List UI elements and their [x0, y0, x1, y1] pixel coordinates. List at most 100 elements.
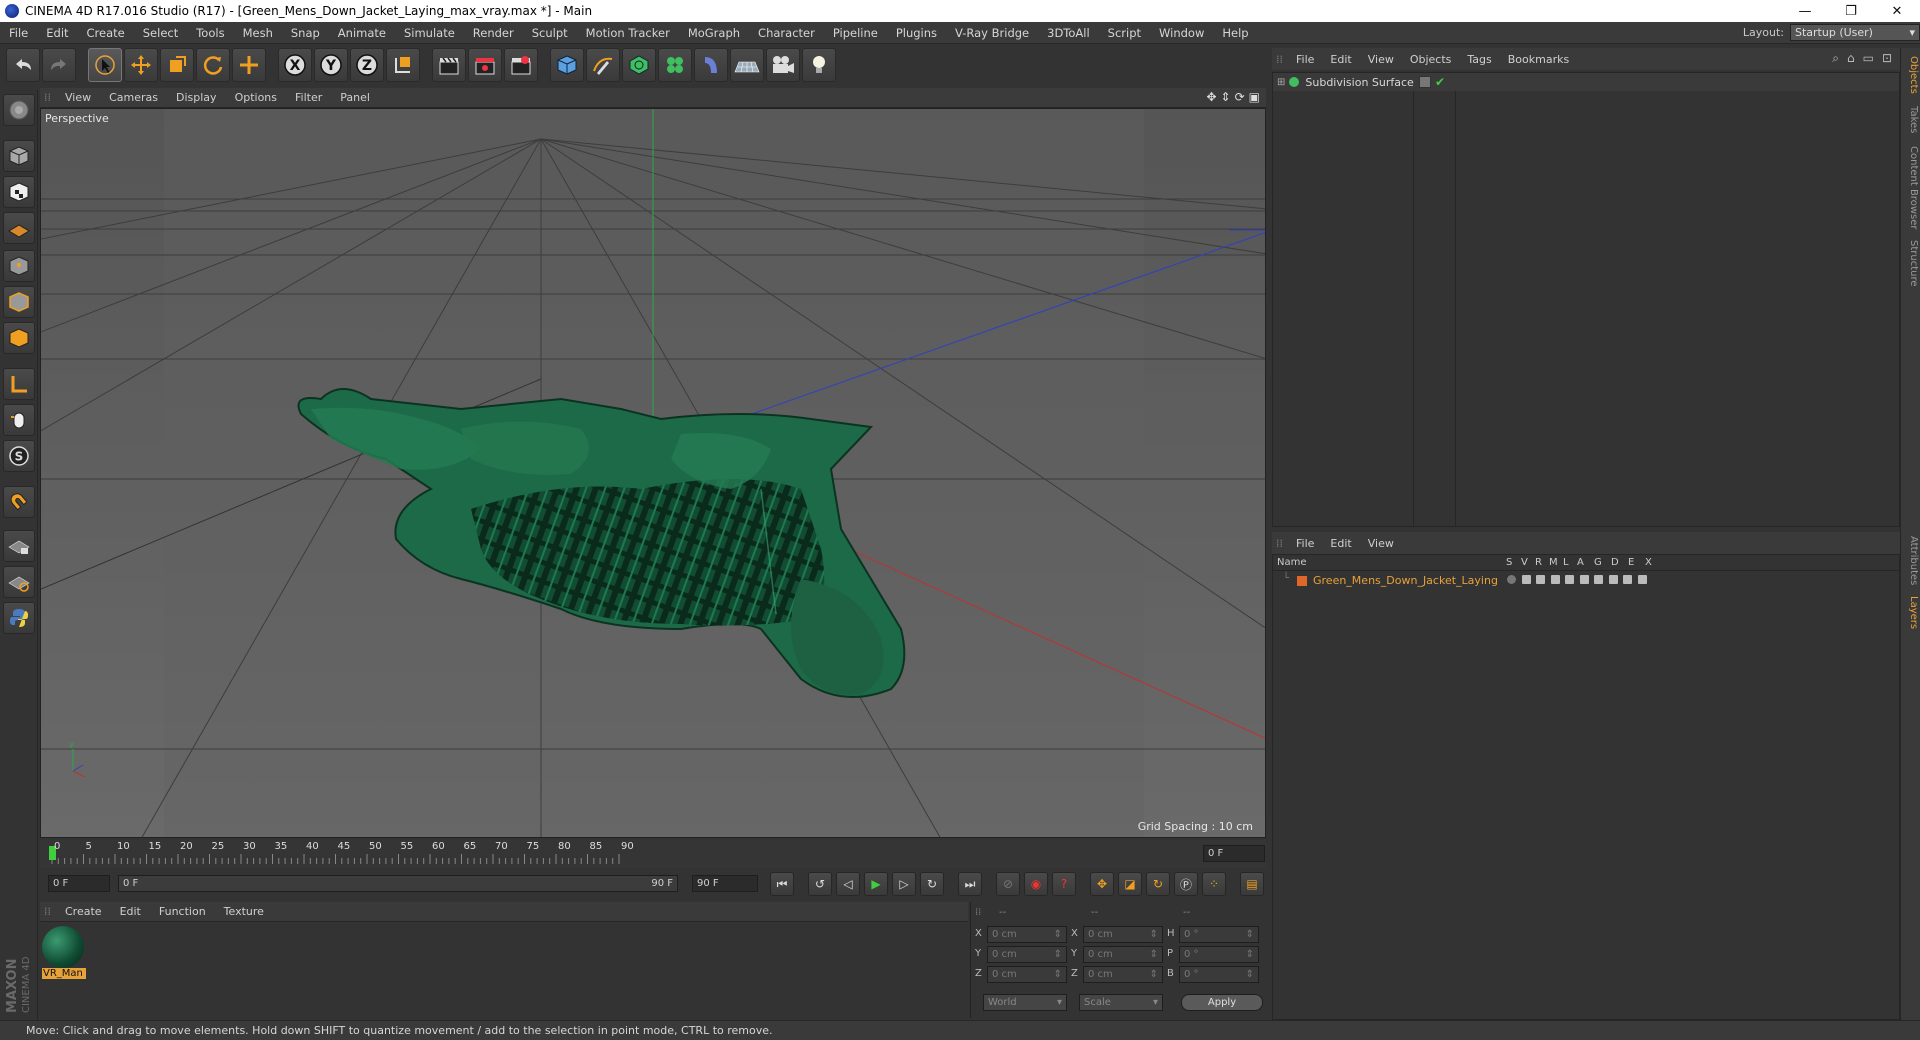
preview-range-slider[interactable]: 0 F 90 F: [118, 875, 678, 892]
menu-simulate[interactable]: Simulate: [395, 26, 464, 40]
coord-size-field[interactable]: 0 cm ⇕: [1083, 926, 1163, 943]
coord-rotation-field[interactable]: 0 ° ⇕: [1179, 946, 1259, 963]
animation-icon[interactable]: [1579, 575, 1589, 584]
workplane-mode-button[interactable]: [3, 212, 35, 244]
y-axis-lock-button[interactable]: Y: [314, 48, 348, 82]
autokeying-button[interactable]: ◉: [1024, 872, 1048, 896]
tab-takes[interactable]: Takes: [1903, 106, 1919, 133]
layer-column-r[interactable]: R: [1535, 557, 1542, 568]
add-deformer-button[interactable]: [694, 48, 728, 82]
coordinate-system-button[interactable]: [386, 48, 420, 82]
current-frame-field[interactable]: 0 F: [1203, 845, 1265, 862]
layer-color-swatch[interactable]: [1297, 576, 1307, 586]
go-to-start-button[interactable]: ⏮: [770, 872, 794, 896]
deformer-icon[interactable]: [1608, 575, 1618, 584]
add-camera-button[interactable]: [766, 48, 800, 82]
menu-help[interactable]: Help: [1213, 26, 1257, 40]
go-to-previous-key-button[interactable]: ↺: [808, 872, 832, 896]
snap-button[interactable]: [3, 486, 35, 518]
render-view-button[interactable]: [432, 48, 466, 82]
tab-structure[interactable]: Structure: [1903, 240, 1919, 287]
spinner-arrows-icon[interactable]: ⇕: [1246, 969, 1254, 980]
record-keyframe-button[interactable]: ⊘: [996, 872, 1020, 896]
key-scale-button[interactable]: ◪: [1118, 872, 1142, 896]
generator-icon[interactable]: [1594, 575, 1603, 584]
minimize-button[interactable]: —: [1782, 0, 1828, 22]
object-menu-file[interactable]: File: [1288, 53, 1322, 66]
add-mograph-button[interactable]: [658, 48, 692, 82]
menu-motion-tracker[interactable]: Motion Tracker: [577, 26, 679, 40]
viewport-maximize-icon[interactable]: ▣: [1249, 90, 1260, 104]
spinner-arrows-icon[interactable]: ⇕: [1150, 949, 1158, 960]
start-frame-field[interactable]: 0 F: [48, 875, 110, 892]
manager-icon[interactable]: [1550, 575, 1560, 584]
add-light-button[interactable]: [802, 48, 836, 82]
spinner-arrows-icon[interactable]: ⇕: [1150, 929, 1158, 940]
go-to-end-button[interactable]: ⏭: [958, 872, 982, 896]
viewport-move-icon[interactable]: ✥: [1206, 90, 1216, 104]
size-mode-select[interactable]: Scale ▾: [1079, 994, 1163, 1011]
end-frame-field[interactable]: 90 F: [692, 875, 758, 892]
perspective-viewport[interactable]: y Perspective Grid Spacing : 10 cm: [40, 108, 1266, 838]
menu-select[interactable]: Select: [134, 26, 187, 40]
coord-position-field[interactable]: 0 cm ⇕: [987, 966, 1067, 983]
menu-sculpt[interactable]: Sculpt: [523, 26, 577, 40]
tab-objects[interactable]: Objects: [1903, 56, 1919, 94]
add-spline-button[interactable]: [586, 48, 620, 82]
viewport-menu-cameras[interactable]: Cameras: [100, 91, 167, 104]
object-menu-view[interactable]: View: [1360, 53, 1402, 66]
visible-eye-icon[interactable]: [1521, 575, 1531, 584]
layer-menu-file[interactable]: File: [1288, 537, 1322, 550]
render-picture-viewer-button[interactable]: [468, 48, 502, 82]
material-menu-edit[interactable]: Edit: [111, 905, 150, 918]
viewport-zoom-icon[interactable]: ⇕: [1221, 90, 1231, 104]
render-icon[interactable]: [1536, 575, 1545, 584]
enabled-check-icon[interactable]: ✔: [1435, 75, 1445, 89]
layer-column-e[interactable]: E: [1628, 557, 1634, 568]
coord-position-field[interactable]: 0 cm ⇕: [987, 946, 1067, 963]
redo-button[interactable]: [42, 48, 76, 82]
texture-mode-button[interactable]: [3, 176, 35, 208]
menu-tools[interactable]: Tools: [187, 26, 233, 40]
search-icon[interactable]: ⌕: [1832, 51, 1839, 66]
object-menu-bookmarks[interactable]: Bookmarks: [1500, 53, 1577, 66]
home-icon[interactable]: ⌂: [1847, 51, 1855, 66]
layer-dot-icon[interactable]: [1419, 76, 1431, 88]
model-mode-button[interactable]: [3, 140, 35, 172]
layout-select[interactable]: Startup (User) ▾: [1790, 24, 1920, 41]
tab-content-browser[interactable]: Content Browser: [1903, 146, 1919, 229]
viewport-menu-display[interactable]: Display: [167, 91, 226, 104]
recent-tool-button[interactable]: [232, 48, 266, 82]
maximize-button[interactable]: ❐: [1828, 0, 1874, 22]
key-point-level-button[interactable]: ⁘: [1202, 872, 1226, 896]
coord-rotation-field[interactable]: 0 ° ⇕: [1179, 926, 1259, 943]
object-menu-edit[interactable]: Edit: [1322, 53, 1359, 66]
points-mode-button[interactable]: [3, 250, 35, 282]
menu-file[interactable]: File: [0, 26, 37, 40]
layer-column-x[interactable]: X: [1645, 557, 1652, 568]
menu-snap[interactable]: Snap: [282, 26, 329, 40]
coord-rotation-field[interactable]: 0 ° ⇕: [1179, 966, 1259, 983]
tab-layers[interactable]: Layers: [1903, 596, 1919, 629]
spinner-arrows-icon[interactable]: ⇕: [1150, 969, 1158, 980]
layer-column-l[interactable]: L: [1563, 557, 1569, 568]
viewport-menu-filter[interactable]: Filter: [286, 91, 331, 104]
object-menu-objects[interactable]: Objects: [1402, 53, 1460, 66]
layer-column-v[interactable]: V: [1521, 557, 1528, 568]
previous-frame-button[interactable]: ◁: [836, 872, 860, 896]
object-row-subdivision-surface[interactable]: ⊞ Subdivision Surface ✔: [1273, 73, 1899, 91]
menu-plugins[interactable]: Plugins: [887, 26, 946, 40]
x-axis-lock-button[interactable]: X: [278, 48, 312, 82]
spinner-arrows-icon[interactable]: ⇕: [1054, 929, 1062, 940]
menu-render[interactable]: Render: [464, 26, 523, 40]
spinner-arrows-icon[interactable]: ⇕: [1054, 969, 1062, 980]
key-position-button[interactable]: ✥: [1090, 872, 1114, 896]
key-rotation-button[interactable]: ↻: [1146, 872, 1170, 896]
coord-size-field[interactable]: 0 cm ⇕: [1083, 966, 1163, 983]
layer-manager-list[interactable]: Name S V R M L A G D E X └ Green_Mens_Down_Jacket_…: [1272, 554, 1900, 1020]
material-menu-create[interactable]: Create: [56, 905, 111, 918]
solo-button[interactable]: S: [3, 440, 35, 472]
next-frame-button[interactable]: ▷: [892, 872, 916, 896]
menu-character[interactable]: Character: [749, 26, 824, 40]
axis-mode-button[interactable]: [3, 368, 35, 400]
